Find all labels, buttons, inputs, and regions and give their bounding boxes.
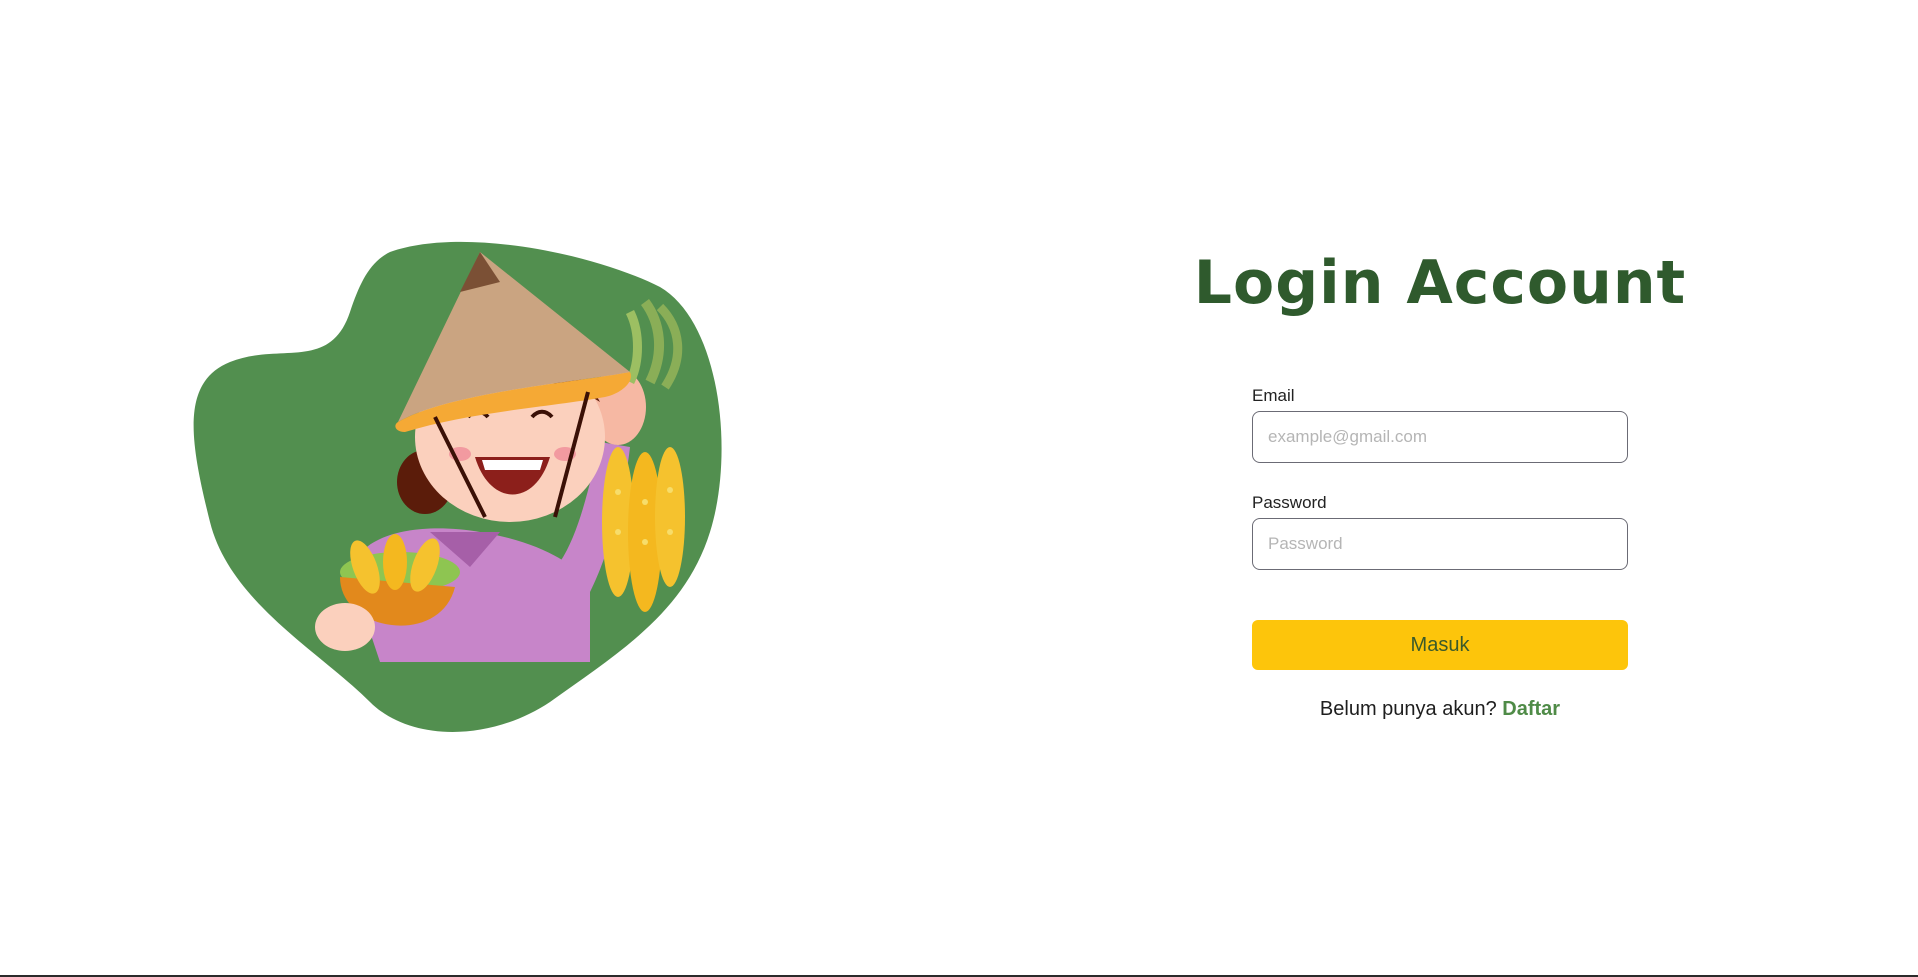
farmer-with-corn-icon [193,241,722,732]
email-label: Email [1252,386,1295,405]
login-submit-button[interactable]: Masuk [1252,620,1628,670]
register-prompt-line: Belum punya akun? Daftar [1202,698,1678,721]
register-prompt-text: Belum punya akun? [1319,698,1497,720]
farmer-illustration [190,232,770,752]
email-field[interactable] [1252,411,1628,463]
password-field[interactable] [1252,518,1628,570]
register-link[interactable]: Daftar [1502,698,1560,720]
password-label: Password [1252,493,1327,512]
page-title: Login Account [1193,248,1687,318]
login-page: Login Account Email Password Masuk Belum… [0,0,1918,977]
